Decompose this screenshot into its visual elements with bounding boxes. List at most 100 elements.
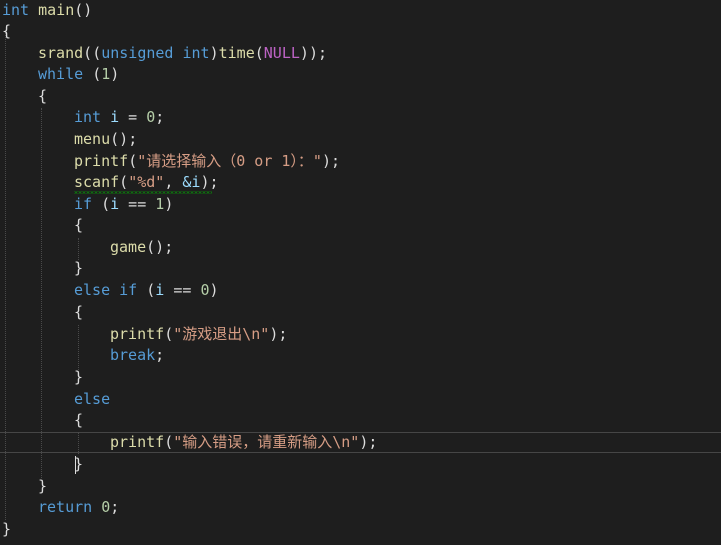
punctuation: ) bbox=[164, 195, 174, 213]
punctuation: ( bbox=[146, 281, 156, 299]
string-literal: "输入错误，请重新输入\n" bbox=[173, 433, 360, 451]
code-line: printf("输入错误，请重新输入\n"); bbox=[110, 432, 377, 453]
code-line: { bbox=[2, 21, 11, 42]
punctuation: } bbox=[38, 477, 48, 495]
punctuation: ; bbox=[278, 325, 288, 343]
operator: == bbox=[119, 195, 156, 213]
string-literal: "%d" bbox=[128, 173, 165, 191]
punctuation: } bbox=[74, 368, 84, 386]
variable: i bbox=[110, 195, 120, 213]
function-name: printf bbox=[110, 325, 165, 343]
code-editor[interactable]: int main() { srand((unsigned int)time(NU… bbox=[0, 0, 721, 545]
code-line: } bbox=[74, 367, 83, 388]
punctuation: ( bbox=[110, 130, 120, 148]
code-line: { bbox=[74, 215, 83, 236]
punctuation: } bbox=[2, 520, 12, 538]
indent-guide bbox=[5, 32, 6, 520]
punctuation: ; bbox=[155, 346, 165, 364]
variable: i bbox=[155, 281, 165, 299]
keyword: int bbox=[182, 44, 210, 62]
punctuation: { bbox=[74, 303, 84, 321]
punctuation: ( bbox=[128, 152, 138, 170]
punctuation: ) bbox=[209, 44, 219, 62]
punctuation: { bbox=[74, 411, 84, 429]
punctuation: ; bbox=[110, 498, 120, 516]
code-line: break; bbox=[110, 345, 164, 366]
punctuation: ( bbox=[74, 1, 84, 19]
function-name: srand bbox=[38, 44, 84, 62]
punctuation: ; bbox=[331, 152, 341, 170]
punctuation: } bbox=[74, 259, 84, 277]
code-line: return 0; bbox=[38, 497, 119, 518]
punctuation: ) bbox=[110, 65, 120, 83]
keyword: break bbox=[110, 346, 156, 364]
code-line: menu(); bbox=[74, 129, 137, 150]
punctuation: { bbox=[38, 87, 48, 105]
function-name: game bbox=[110, 238, 147, 256]
number: 0 bbox=[101, 498, 111, 516]
punctuation: ) bbox=[83, 1, 93, 19]
punctuation: ) bbox=[308, 44, 318, 62]
keyword: unsigned bbox=[101, 44, 174, 62]
function-name: printf bbox=[74, 152, 129, 170]
keyword: if bbox=[119, 281, 138, 299]
punctuation: ; bbox=[368, 433, 378, 451]
macro: NULL bbox=[263, 44, 300, 62]
keyword: int bbox=[74, 108, 102, 126]
punctuation: { bbox=[74, 216, 84, 234]
number: 0 bbox=[146, 108, 156, 126]
code-line: { bbox=[38, 86, 47, 107]
punctuation: ( bbox=[83, 44, 93, 62]
operator: = bbox=[119, 108, 147, 126]
punctuation: ( bbox=[101, 195, 111, 213]
punctuation: ) bbox=[155, 238, 165, 256]
function-name: printf bbox=[110, 433, 165, 451]
function-name: scanf bbox=[74, 173, 120, 191]
keyword: while bbox=[38, 65, 84, 83]
code-line: { bbox=[74, 410, 83, 431]
keyword: if bbox=[74, 195, 93, 213]
code-line: } bbox=[2, 519, 11, 540]
code-line: { bbox=[74, 302, 83, 323]
code-line: int main() bbox=[2, 0, 92, 21]
punctuation: ( bbox=[146, 238, 156, 256]
punctuation: ( bbox=[92, 44, 102, 62]
operator: == bbox=[164, 281, 201, 299]
code-line: printf("游戏退出\n"); bbox=[110, 324, 287, 345]
punctuation: ( bbox=[254, 44, 264, 62]
function-name: time bbox=[218, 44, 255, 62]
punctuation: ; bbox=[155, 108, 165, 126]
punctuation: { bbox=[2, 22, 12, 40]
number: 1 bbox=[155, 195, 165, 213]
keyword: int bbox=[2, 1, 30, 19]
function-name: menu bbox=[74, 130, 111, 148]
punctuation: ) bbox=[119, 130, 129, 148]
punctuation: ) bbox=[209, 281, 219, 299]
punctuation: , bbox=[164, 173, 183, 191]
punctuation: ( bbox=[164, 433, 174, 451]
code-line: else bbox=[74, 389, 110, 410]
punctuation: ( bbox=[119, 173, 129, 191]
code-line: srand((unsigned int)time(NULL)); bbox=[38, 43, 327, 64]
punctuation: ; bbox=[164, 238, 174, 256]
code-line: } bbox=[38, 476, 47, 497]
string-literal: "请选择输入（0 or 1）：" bbox=[137, 152, 322, 170]
code-line: int i = 0; bbox=[74, 107, 164, 128]
code-line: game(); bbox=[110, 237, 173, 258]
variable: i bbox=[110, 108, 120, 126]
code-line: while (1) bbox=[38, 64, 119, 85]
punctuation: ) bbox=[321, 152, 331, 170]
punctuation: ( bbox=[92, 65, 102, 83]
indent-guide bbox=[78, 325, 79, 370]
keyword: return bbox=[38, 498, 93, 516]
code-line: scanf("%d", &i); bbox=[74, 172, 219, 193]
function-name: main bbox=[38, 1, 75, 19]
text-caret bbox=[75, 456, 76, 474]
code-line: if (i == 1) bbox=[74, 194, 173, 215]
indent-guide bbox=[41, 108, 42, 478]
punctuation: ; bbox=[209, 173, 219, 191]
number: 1 bbox=[101, 65, 111, 83]
code-line: printf("请选择输入（0 or 1）："); bbox=[74, 151, 340, 172]
punctuation: ( bbox=[164, 325, 174, 343]
code-line: else if (i == 0) bbox=[74, 280, 219, 301]
